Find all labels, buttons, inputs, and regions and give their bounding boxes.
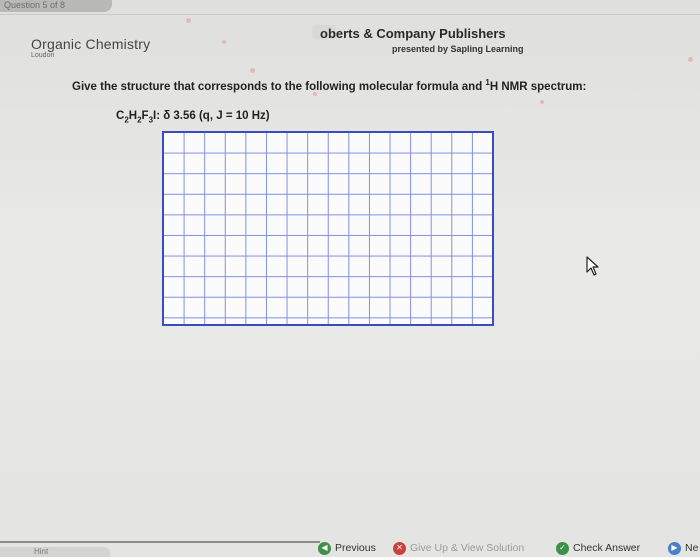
- arrow-left-icon: ◀: [318, 541, 331, 555]
- next-button[interactable]: ▶ Ne: [668, 540, 698, 556]
- footer-divider: [0, 541, 320, 543]
- structure-drawing-canvas[interactable]: [162, 131, 494, 326]
- check-answer-button[interactable]: ✓ Check Answer: [556, 540, 640, 556]
- arrow-right-icon: ▶: [668, 541, 681, 555]
- nmr-data-line: C2H2F3I: δ 3.56 (q, J = 10 Hz): [116, 110, 270, 124]
- hint-tab[interactable]: Hint: [0, 547, 110, 557]
- give-up-button[interactable]: ✕ Give Up & View Solution: [393, 540, 524, 556]
- check-answer-label: Check Answer: [573, 542, 641, 554]
- question-prompt-tail: H NMR spectrum:: [489, 80, 587, 93]
- publisher-name: oberts & Company Publishers: [320, 26, 506, 41]
- nmr-shift: I: δ 3.56 (q, J = 10 Hz): [153, 110, 270, 122]
- course-author: Loudon: [31, 52, 55, 59]
- give-up-label: Give Up & View Solution: [410, 542, 525, 554]
- glare-spot: [540, 100, 544, 104]
- publisher-subtitle: presented by Sapling Learning: [392, 44, 524, 54]
- formula-h: H: [128, 110, 138, 122]
- question-prompt-text: Give the structure that corresponds to t…: [72, 80, 486, 93]
- formula-f: F: [141, 110, 149, 122]
- glare-spot: [186, 18, 191, 23]
- course-title: Organic Chemistry: [31, 36, 151, 52]
- close-icon: ✕: [393, 541, 406, 555]
- previous-label: Previous: [335, 542, 376, 554]
- glare-spot: [313, 92, 317, 96]
- check-icon: ✓: [556, 541, 569, 555]
- question-prompt: Give the structure that corresponds to t…: [72, 78, 586, 93]
- glare-spot: [250, 68, 255, 73]
- question-counter-label: Question 5 of 8: [4, 0, 66, 10]
- hint-label: Hint: [34, 547, 49, 556]
- previous-button[interactable]: ◀ Previous: [318, 540, 376, 556]
- question-counter-tab: Question 5 of 8: [0, 0, 112, 12]
- next-label: Ne: [685, 542, 699, 554]
- glare-spot: [688, 57, 693, 62]
- pointer-cursor-icon: [586, 256, 599, 276]
- glare-spot: [222, 40, 226, 44]
